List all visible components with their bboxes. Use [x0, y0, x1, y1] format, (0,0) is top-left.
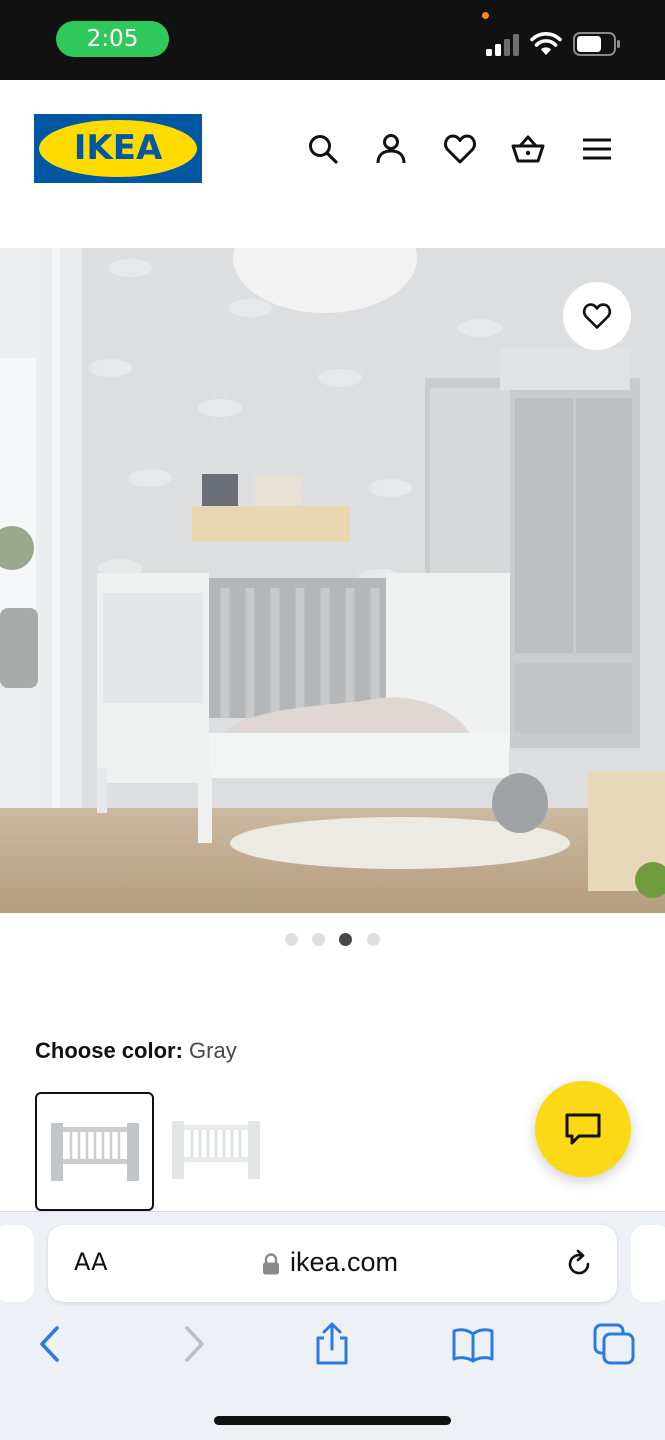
- crib-thumbnail: [51, 1123, 139, 1181]
- reload-icon[interactable]: [564, 1249, 594, 1279]
- color-label: Choose color:: [35, 1038, 183, 1063]
- tabs-icon[interactable]: [592, 1322, 636, 1366]
- heart-icon[interactable]: [443, 132, 477, 166]
- back-icon[interactable]: [28, 1322, 72, 1366]
- bookmarks-icon[interactable]: [451, 1322, 495, 1366]
- signal-icon: [486, 34, 519, 56]
- cart-icon[interactable]: [511, 132, 545, 166]
- privacy-indicator: [482, 12, 489, 19]
- home-indicator: [214, 1416, 451, 1425]
- menu-icon[interactable]: [580, 132, 614, 166]
- carousel-dot[interactable]: [367, 933, 380, 946]
- color-swatch-white[interactable]: [158, 1092, 277, 1211]
- favorite-button[interactable]: [563, 282, 631, 350]
- share-icon[interactable]: [310, 1322, 354, 1366]
- chat-icon: [565, 1113, 601, 1145]
- text-size-button[interactable]: AA: [74, 1248, 108, 1276]
- battery-icon: [573, 32, 620, 56]
- ikea-logo[interactable]: IKEA: [34, 114, 202, 183]
- previous-tab-preview[interactable]: [0, 1225, 34, 1302]
- status-bar: 2:05: [0, 0, 665, 80]
- url-text[interactable]: ikea.com: [290, 1247, 398, 1278]
- status-time: 2:05: [56, 21, 169, 57]
- carousel-dots: [285, 933, 385, 947]
- site-header: IKEA: [0, 80, 665, 248]
- chat-button[interactable]: [535, 1081, 631, 1177]
- nursery-scene-image: [0, 248, 665, 913]
- wifi-icon: [530, 32, 562, 55]
- address-bar[interactable]: AA ikea.com: [48, 1225, 617, 1302]
- product-image[interactable]: [0, 248, 665, 913]
- crib-thumbnail: [172, 1121, 260, 1179]
- color-value: Gray: [189, 1038, 237, 1063]
- logo-text: IKEA: [73, 128, 163, 168]
- carousel-dot[interactable]: [285, 933, 298, 946]
- forward-icon[interactable]: [172, 1322, 216, 1366]
- heart-icon: [582, 303, 612, 329]
- color-chooser-label: Choose color: Gray: [35, 1038, 237, 1064]
- carousel-dot[interactable]: [312, 933, 325, 946]
- color-swatch-gray[interactable]: [35, 1092, 154, 1211]
- next-tab-preview[interactable]: [631, 1225, 665, 1302]
- account-icon[interactable]: [374, 132, 408, 166]
- search-icon[interactable]: [306, 132, 340, 166]
- lock-icon: [263, 1253, 279, 1275]
- carousel-dot-active[interactable]: [339, 933, 352, 946]
